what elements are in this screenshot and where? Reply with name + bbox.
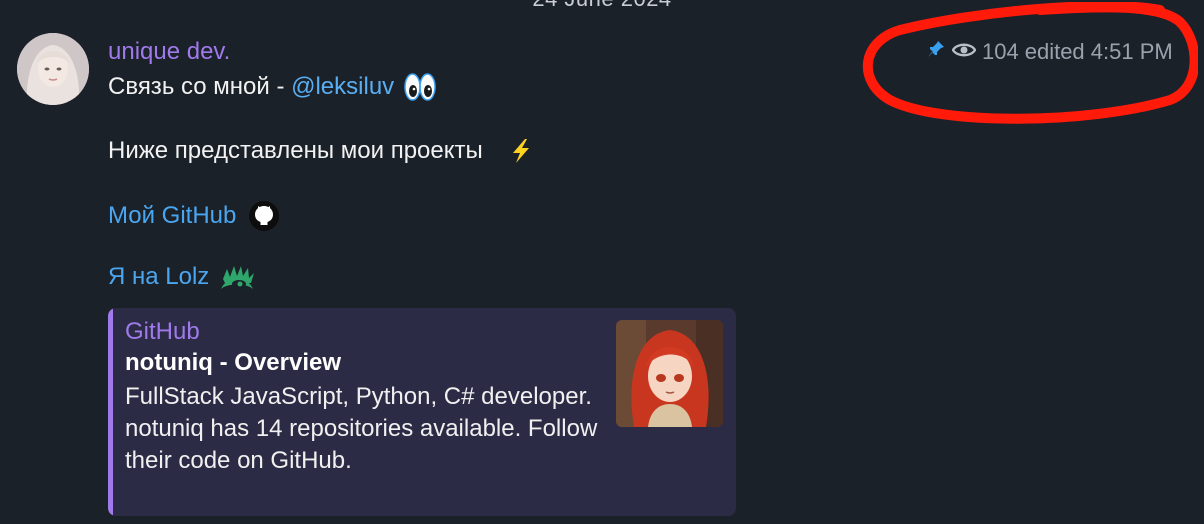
contact-mention-link[interactable]: @leksiluv — [291, 73, 394, 100]
preview-thumbnail — [616, 320, 723, 427]
github-line: Мой GitHub — [108, 200, 280, 232]
preview-title: notuniq - Overview — [125, 349, 342, 376]
preview-site-name: GitHub — [125, 318, 200, 345]
avatar-image — [17, 33, 89, 105]
lolz-icon — [219, 263, 255, 291]
contact-text: Связь со мной - — [108, 73, 292, 100]
contact-line: Связь со мной - @leksiluv — [108, 72, 436, 102]
github-icon — [248, 200, 280, 232]
github-link[interactable]: Мой GitHub — [108, 202, 236, 230]
date-separator: 24 June 2024 — [0, 0, 1204, 12]
edited-timestamp: edited 4:51 PM — [1024, 39, 1173, 64]
lolz-line: Я на Lolz — [108, 263, 255, 291]
lightning-icon — [507, 137, 535, 165]
sender-name[interactable]: unique dev. — [108, 38, 230, 66]
lolz-link[interactable]: Я на Lolz — [108, 263, 209, 291]
eye-icon — [951, 39, 977, 65]
view-count: 104 — [982, 39, 1019, 64]
pin-icon — [926, 39, 946, 65]
avatar[interactable] — [17, 33, 89, 105]
eyes-icon — [404, 72, 436, 102]
preview-description: FullStack JavaScript, Python, C# develop… — [125, 383, 598, 474]
message-meta: 104 edited 4:51 PM — [926, 38, 1173, 66]
preview-accent-bar — [108, 308, 113, 516]
projects-text: Ниже представлены мои проекты — [108, 137, 483, 164]
link-preview-card[interactable]: GitHub notuniq - Overview FullStack Java… — [108, 308, 736, 516]
projects-line: Ниже представлены мои проекты — [108, 137, 535, 165]
